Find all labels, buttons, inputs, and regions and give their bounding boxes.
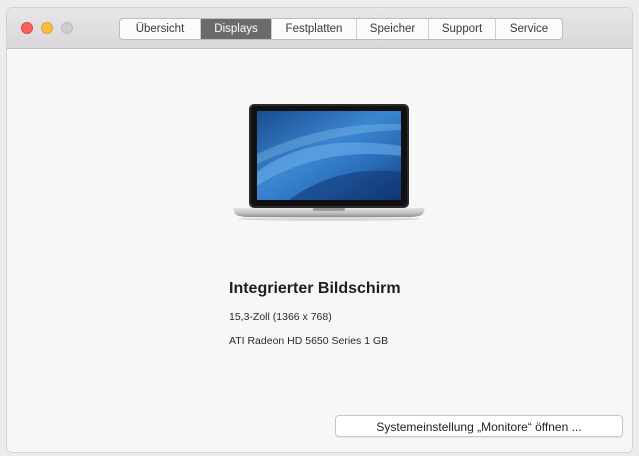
tab-bar: Übersicht Displays Festplatten Speicher … bbox=[119, 18, 563, 40]
tab-speicher[interactable]: Speicher bbox=[357, 19, 429, 39]
tab-support[interactable]: Support bbox=[429, 19, 496, 39]
display-size: 15,3-Zoll (1366 x 768) bbox=[229, 311, 332, 323]
tab-festplatten[interactable]: Festplatten bbox=[272, 19, 357, 39]
tab-service[interactable]: Service bbox=[496, 19, 562, 39]
open-monitor-preferences-button[interactable]: Systemeinstellung „Monitore“ öffnen ... bbox=[335, 415, 623, 437]
close-icon[interactable] bbox=[21, 22, 33, 34]
display-gpu: ATI Radeon HD 5650 Series 1 GB bbox=[229, 335, 389, 347]
laptop-icon bbox=[233, 104, 425, 221]
about-this-mac-window: Übersicht Displays Festplatten Speicher … bbox=[7, 8, 632, 452]
tab-displays[interactable]: Displays bbox=[201, 19, 272, 39]
title-bar: Übersicht Displays Festplatten Speicher … bbox=[7, 8, 632, 49]
zoom-icon[interactable] bbox=[61, 22, 73, 34]
tab-uebersicht[interactable]: Übersicht bbox=[120, 19, 201, 39]
displays-panel: Integrierter Bildschirm 15,3-Zoll (1366 … bbox=[7, 49, 632, 452]
minimize-icon[interactable] bbox=[41, 22, 53, 34]
display-title: Integrierter Bildschirm bbox=[229, 280, 401, 297]
